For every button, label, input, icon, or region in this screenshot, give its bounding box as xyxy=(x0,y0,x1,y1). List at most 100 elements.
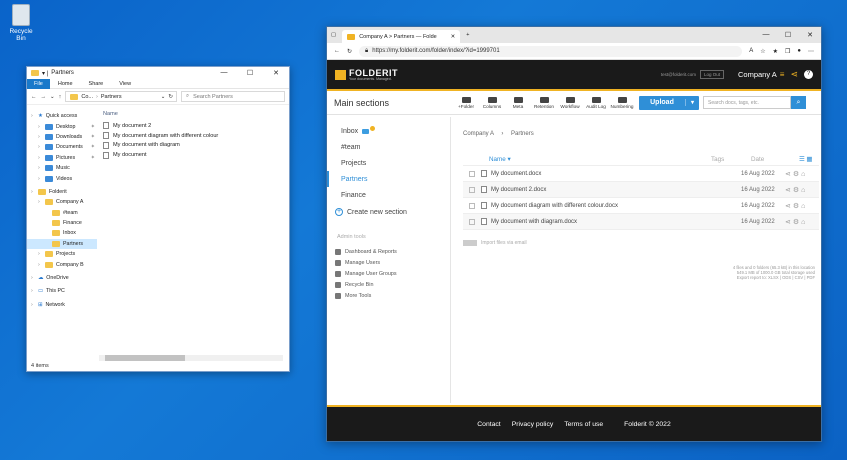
file-item[interactable]: My document 2 xyxy=(103,121,287,131)
row-checkbox[interactable] xyxy=(469,186,475,193)
expand-chevron-icon[interactable]: › xyxy=(38,144,42,150)
section-item-finance[interactable]: Finance xyxy=(327,187,450,203)
toolbar-auditlog-button[interactable]: Audit Log xyxy=(583,96,609,109)
expand-chevron-icon[interactable]: › xyxy=(31,302,35,308)
forward-arrow-icon[interactable]: → xyxy=(41,94,47,100)
section-item-projects[interactable]: Projects xyxy=(327,155,450,171)
admin-item[interactable]: More Tools xyxy=(327,291,450,302)
column-header-name[interactable]: Name xyxy=(103,111,287,121)
expand-chevron-icon[interactable]: › xyxy=(38,165,42,171)
recycle-bin-desktop-icon[interactable]: Recycle Bin xyxy=(4,4,38,42)
document-name[interactable]: My document with diagram.docx xyxy=(491,219,577,225)
up-arrow-icon[interactable]: ↑ xyxy=(59,94,62,100)
nav-item[interactable]: › ☁ OneDrive xyxy=(27,273,97,283)
expand-chevron-icon[interactable]: › xyxy=(38,251,42,257)
logout-button[interactable]: Log Out xyxy=(699,70,724,79)
nav-item[interactable]: › ▭ This PC xyxy=(27,286,97,296)
expand-chevron-icon[interactable]: › xyxy=(38,199,42,205)
admin-item[interactable]: Recycle Bin xyxy=(327,280,450,291)
explorer-search-input[interactable]: ⌕ Search Partners xyxy=(181,91,285,102)
row-actions-icons[interactable]: ⋖⚙⌂ xyxy=(785,170,819,178)
nav-item[interactable]: › Videos xyxy=(27,173,97,183)
nav-item[interactable]: › Pictures ✦ xyxy=(27,153,97,163)
favorite-star-icon[interactable]: ☆ xyxy=(760,48,765,55)
toolbar-retention-button[interactable]: Retention xyxy=(531,96,557,109)
collections-icon[interactable]: ❐ xyxy=(785,48,790,55)
row-checkbox[interactable] xyxy=(469,202,475,209)
search-button[interactable]: ⌕ xyxy=(791,96,806,109)
back-arrow-icon[interactable]: ← xyxy=(334,48,340,54)
footer-link-privacy[interactable]: Privacy policy xyxy=(512,421,554,428)
nav-item[interactable]: › Projects xyxy=(27,249,97,259)
nav-item[interactable]: › ★ Quick access xyxy=(27,111,97,121)
document-name[interactable]: My document diagram with different colou… xyxy=(491,203,618,209)
row-checkbox[interactable] xyxy=(469,218,475,225)
ribbon-tab-share[interactable]: Share xyxy=(81,81,112,87)
nav-item[interactable]: Finance xyxy=(27,218,97,228)
new-tab-icon[interactable]: + xyxy=(466,32,469,38)
export-links[interactable]: Export report to: XLSX | ODS | CSV | PDF xyxy=(695,275,815,280)
nav-item[interactable]: Inbox xyxy=(27,228,97,238)
minimize-button[interactable]: — xyxy=(755,31,777,39)
expand-chevron-icon[interactable]: › xyxy=(38,262,42,268)
breadcrumb-item[interactable]: Company A xyxy=(463,131,494,137)
nav-item[interactable]: › Desktop ✦ xyxy=(27,121,97,131)
tab-actions-icon[interactable]: ▢ xyxy=(331,32,336,38)
toolbar-meta-button[interactable]: Meta xyxy=(505,96,531,109)
profile-avatar-icon[interactable]: ● xyxy=(797,48,801,54)
quick-access-toolbar-icon[interactable]: ▾ | xyxy=(42,70,48,77)
admin-item[interactable]: Manage Users xyxy=(327,257,450,268)
address-bar[interactable]: Co... › Partners ⌄ ↻ xyxy=(65,91,177,102)
column-date[interactable]: Date xyxy=(751,156,799,163)
close-button[interactable]: ✕ xyxy=(799,31,821,39)
favorites-icon[interactable]: ★ xyxy=(773,48,778,55)
nav-item[interactable]: › Folderit xyxy=(27,187,97,197)
toolbar-columns-button[interactable]: Columns xyxy=(479,96,505,109)
refresh-icon[interactable]: ↻ xyxy=(168,94,173,100)
footer-link-contact[interactable]: Contact xyxy=(477,421,500,428)
nav-item[interactable]: › Music xyxy=(27,163,97,173)
row-actions-icons[interactable]: ⋖⚙⌂ xyxy=(785,202,819,210)
recent-chevron-icon[interactable]: ⌄ xyxy=(50,94,55,100)
ribbon-tab-home[interactable]: Home xyxy=(50,81,81,87)
upload-button[interactable]: Upload ▾ xyxy=(639,95,699,110)
row-actions-icons[interactable]: ⋖⚙⌂ xyxy=(785,186,819,194)
file-item[interactable]: My document diagram with different colou… xyxy=(103,131,287,141)
nav-item[interactable]: › Downloads ✦ xyxy=(27,132,97,142)
row-checkbox[interactable] xyxy=(469,170,475,177)
sort-by-name[interactable]: Name ▾ xyxy=(489,156,511,163)
nav-item[interactable]: › ⊞ Network xyxy=(27,300,97,310)
maximize-button[interactable]: ☐ xyxy=(777,31,799,39)
file-item[interactable]: My document xyxy=(103,150,287,160)
expand-chevron-icon[interactable]: › xyxy=(31,113,35,119)
section-item-partners[interactable]: Partners xyxy=(327,171,450,187)
toolbar-numbering-button[interactable]: Numbering xyxy=(609,96,635,109)
import-via-email-link[interactable]: Import files via email xyxy=(463,240,819,246)
document-name[interactable]: My document 2.docx xyxy=(491,187,546,193)
share-icon[interactable]: ⋖ xyxy=(790,69,798,80)
expand-chevron-icon[interactable]: › xyxy=(38,124,42,130)
expand-chevron-icon[interactable]: › xyxy=(38,155,42,161)
minimize-button[interactable]: — xyxy=(211,69,237,77)
create-section-link[interactable]: + Create new section xyxy=(327,208,450,216)
hamburger-menu-icon[interactable]: ≡ xyxy=(780,70,785,79)
help-icon[interactable]: ? xyxy=(804,70,813,79)
ribbon-tab-view[interactable]: View xyxy=(111,81,139,87)
view-toggle-icon[interactable]: ☰ ▦ xyxy=(799,156,819,163)
footer-link-terms[interactable]: Terms of use xyxy=(564,421,603,428)
maximize-button[interactable]: ☐ xyxy=(237,69,263,77)
read-aloud-icon[interactable]: A xyxy=(749,48,753,54)
document-row[interactable]: My document 2.docx 16 Aug 2022 ⋖⚙⌂ xyxy=(463,182,819,198)
chevron-down-icon[interactable]: ⌄ xyxy=(161,94,166,100)
document-name[interactable]: My document.docx xyxy=(491,171,541,177)
expand-chevron-icon[interactable]: › xyxy=(38,134,42,140)
nav-item[interactable]: Partners xyxy=(27,238,97,250)
document-row[interactable]: My document diagram with different colou… xyxy=(463,198,819,214)
admin-item[interactable]: Dashboard & Reports xyxy=(327,246,450,257)
expand-chevron-icon[interactable]: › xyxy=(31,275,35,281)
file-item[interactable]: My document with diagram xyxy=(103,141,287,151)
toolbar-folder-button[interactable]: +Folder xyxy=(453,96,479,109)
horizontal-scrollbar[interactable] xyxy=(99,355,283,361)
more-menu-icon[interactable]: ⋯ xyxy=(808,48,814,55)
section-item-inbox[interactable]: Inbox xyxy=(327,123,450,139)
